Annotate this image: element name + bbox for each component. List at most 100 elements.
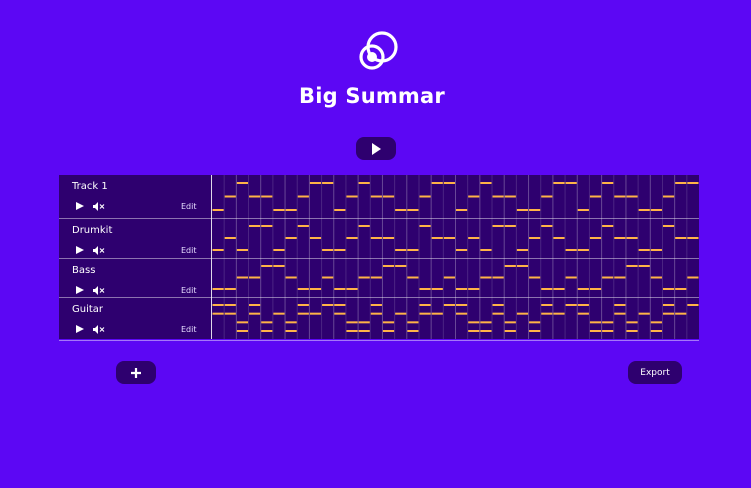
note[interactable] — [358, 321, 370, 324]
note[interactable] — [675, 288, 687, 290]
note[interactable] — [662, 225, 675, 227]
note[interactable] — [236, 276, 249, 279]
note[interactable] — [370, 304, 382, 306]
note[interactable] — [626, 330, 638, 332]
note[interactable] — [358, 276, 370, 279]
note[interactable] — [261, 321, 273, 324]
note[interactable] — [529, 209, 541, 211]
note[interactable] — [358, 225, 370, 227]
note[interactable] — [212, 209, 224, 211]
note[interactable] — [370, 237, 382, 239]
note[interactable] — [553, 237, 565, 239]
note[interactable] — [468, 330, 480, 332]
note[interactable] — [419, 312, 431, 315]
note[interactable] — [249, 225, 261, 227]
note[interactable] — [492, 312, 504, 315]
note[interactable] — [334, 209, 346, 211]
note[interactable] — [602, 276, 614, 279]
note[interactable] — [638, 265, 650, 267]
note[interactable] — [577, 209, 589, 211]
note[interactable] — [565, 304, 577, 306]
note[interactable] — [249, 312, 261, 315]
note[interactable] — [504, 330, 516, 332]
note[interactable] — [382, 321, 395, 324]
note[interactable] — [249, 276, 261, 279]
note[interactable] — [662, 288, 675, 290]
note[interactable] — [407, 330, 419, 332]
note[interactable] — [431, 288, 443, 290]
note[interactable] — [382, 237, 395, 239]
note[interactable] — [516, 312, 529, 315]
note[interactable] — [382, 330, 395, 332]
note[interactable] — [468, 237, 480, 239]
note[interactable] — [687, 304, 699, 306]
note[interactable] — [602, 330, 614, 332]
note[interactable] — [565, 249, 577, 251]
note[interactable] — [614, 304, 626, 306]
note[interactable] — [370, 312, 382, 315]
note[interactable] — [309, 182, 322, 184]
note[interactable] — [650, 330, 662, 332]
note[interactable] — [236, 249, 249, 251]
note[interactable] — [687, 237, 699, 239]
note[interactable] — [236, 182, 249, 184]
note[interactable] — [261, 330, 273, 332]
note[interactable] — [504, 321, 516, 324]
note[interactable] — [577, 304, 589, 306]
note[interactable] — [504, 195, 516, 198]
note[interactable] — [541, 288, 553, 290]
note[interactable] — [456, 249, 468, 251]
note[interactable] — [650, 276, 662, 279]
note[interactable] — [382, 265, 395, 267]
note[interactable] — [334, 304, 346, 306]
export-button[interactable]: Export — [628, 361, 682, 384]
note[interactable] — [687, 276, 699, 279]
note[interactable] — [687, 182, 699, 184]
note[interactable] — [516, 209, 529, 211]
note[interactable] — [541, 195, 553, 198]
note[interactable] — [346, 237, 358, 239]
note[interactable] — [662, 304, 675, 306]
note[interactable] — [431, 312, 443, 315]
note[interactable] — [261, 195, 273, 198]
note[interactable] — [212, 249, 224, 251]
note[interactable] — [577, 288, 589, 290]
play-all-button[interactable] — [356, 137, 396, 160]
note[interactable] — [638, 249, 650, 251]
note[interactable] — [261, 225, 273, 227]
note[interactable] — [650, 249, 662, 251]
note[interactable] — [565, 182, 577, 184]
note[interactable] — [662, 195, 675, 198]
note[interactable] — [492, 225, 504, 227]
note[interactable] — [334, 288, 346, 290]
note[interactable] — [346, 330, 358, 332]
note[interactable] — [273, 209, 285, 211]
note[interactable] — [285, 276, 297, 279]
note[interactable] — [626, 321, 638, 324]
note[interactable] — [529, 321, 541, 324]
note[interactable] — [589, 237, 602, 239]
note[interactable] — [249, 304, 261, 306]
note[interactable] — [480, 182, 492, 184]
note[interactable] — [675, 182, 687, 184]
note[interactable] — [224, 312, 236, 315]
note[interactable] — [407, 249, 419, 251]
note[interactable] — [407, 276, 419, 279]
note[interactable] — [504, 265, 516, 267]
note[interactable] — [492, 304, 504, 306]
note[interactable] — [480, 321, 492, 324]
note[interactable] — [297, 225, 309, 227]
note[interactable] — [224, 304, 236, 306]
note[interactable] — [638, 312, 650, 315]
note[interactable] — [626, 237, 638, 239]
note[interactable] — [407, 209, 419, 211]
note[interactable] — [224, 195, 236, 198]
note[interactable] — [212, 312, 224, 315]
note[interactable] — [602, 182, 614, 184]
note[interactable] — [565, 276, 577, 279]
note[interactable] — [236, 330, 249, 332]
note[interactable] — [541, 225, 553, 227]
note[interactable] — [285, 209, 297, 211]
add-track-button[interactable] — [116, 361, 156, 384]
note[interactable] — [602, 321, 614, 324]
